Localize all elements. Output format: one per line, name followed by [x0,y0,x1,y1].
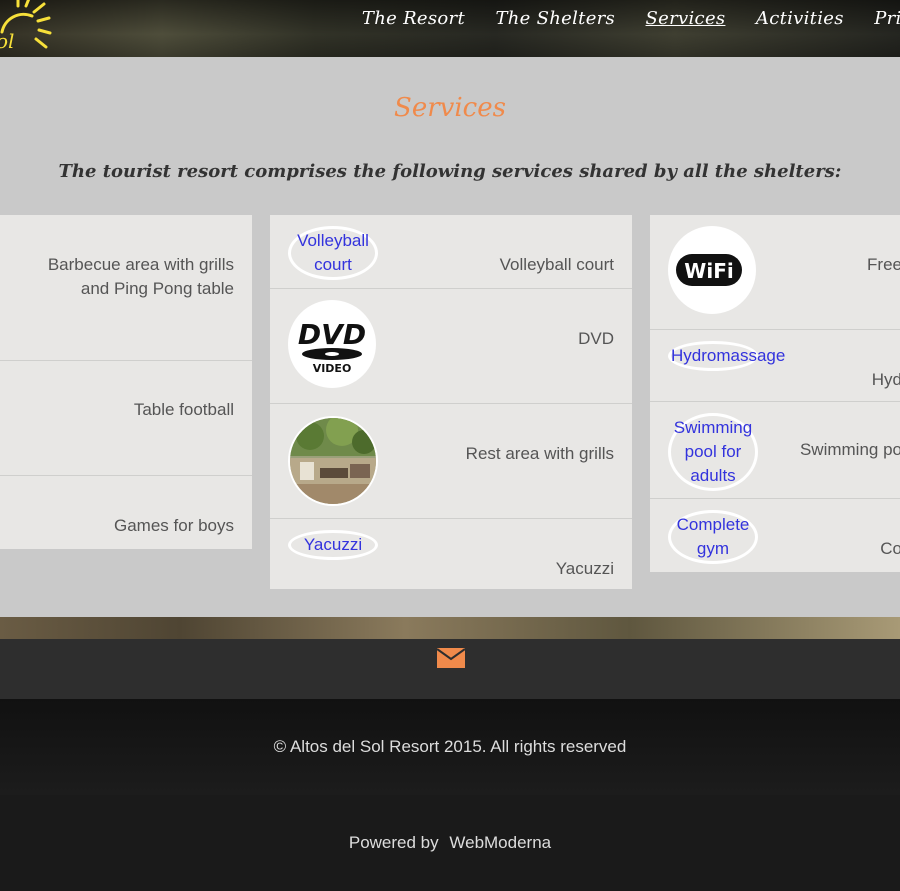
service-label: Swimming po [799,440,900,459]
webmoderna-link[interactable]: WebModerna [449,833,551,852]
service-label: Games for boys [114,516,234,535]
page-title: Services [394,93,506,123]
volleyball-badge-link[interactable]: Volleyball court [288,226,378,280]
contact-bar [0,639,900,699]
gym-badge-link[interactable]: Complete gym [668,510,758,564]
swimming-pool-badge-link[interactable]: Swimming pool for adults [668,413,758,491]
nav-services[interactable]: Services [646,8,726,29]
service-label: Barbecue area with grills and Ping Pong … [47,255,234,298]
background-photo-strip [0,617,900,639]
yacuzzi-badge-link[interactable]: Yacuzzi [288,530,378,560]
service-row: Volleyball court Volleyball court [270,215,632,289]
service-label: Free [867,255,900,274]
nav-prices[interactable]: Pric [874,8,900,29]
copyright-text: © Altos del Sol Resort 2015. All rights … [273,737,627,756]
services-column-middle: Volleyball court Volleyball court DVD VID… [270,215,632,589]
service-label: DVD [578,329,614,348]
service-row: Yacuzzi Yacuzzi [270,519,632,589]
svg-text:WiFi: WiFi [684,259,733,283]
service-row: Rest area with grills [270,404,632,519]
logo-text: ol [0,29,14,53]
service-row: Barbecue area with grills and Ping Pong … [0,215,252,361]
wifi-logo-icon: WiFi [668,226,756,314]
powered-by-label: Powered by [348,833,439,852]
rest-area-photo [288,416,378,506]
service-label: Volleyball court [499,255,614,274]
site-header: ol The Resort The Shelters Services Acti… [0,0,900,57]
service-row: Swimming pool for adults Swimming po [650,402,900,499]
copyright-bar: © Altos del Sol Resort 2015. All rights … [0,699,900,795]
powered-by: Powered by WebModerna [0,833,900,853]
powered-bar: Powered by WebModerna [0,795,900,891]
service-label: Table football [133,400,234,419]
page-intro: The tourist resort comprises the followi… [58,161,842,182]
service-label: Yacuzzi [555,559,614,578]
svg-text:VIDEO: VIDEO [313,362,352,375]
nav-activities[interactable]: Activities [756,8,844,29]
services-section: Services The tourist resort comprises th… [0,57,900,617]
service-row: Games for boys [0,476,252,549]
dvd-logo-icon: DVD VIDEO [288,300,376,388]
services-column-left: Barbecue area with grills and Ping Pong … [0,215,252,549]
service-row: Complete gym Co [650,499,900,572]
hydromassage-badge-link[interactable]: Hydromassage [668,341,785,371]
sun-logo-icon[interactable]: ol [0,0,52,57]
services-column-right: WiFi Free Hydromassage Hyd Swimming pool … [650,215,900,572]
service-row: Hydromassage Hyd [650,330,900,402]
service-row: WiFi Free [650,215,900,330]
service-label: Co [880,539,900,558]
mail-icon[interactable] [437,648,465,668]
main-nav: The Resort The Shelters Services Activit… [362,8,900,29]
service-row: DVD VIDEO DVD [270,289,632,404]
service-label: Hyd [871,370,900,389]
service-row: Table football [0,361,252,476]
nav-the-shelters[interactable]: The Shelters [495,8,615,29]
service-label: Rest area with grills [465,444,614,463]
svg-text:DVD: DVD [298,318,366,351]
nav-the-resort[interactable]: The Resort [362,8,465,29]
